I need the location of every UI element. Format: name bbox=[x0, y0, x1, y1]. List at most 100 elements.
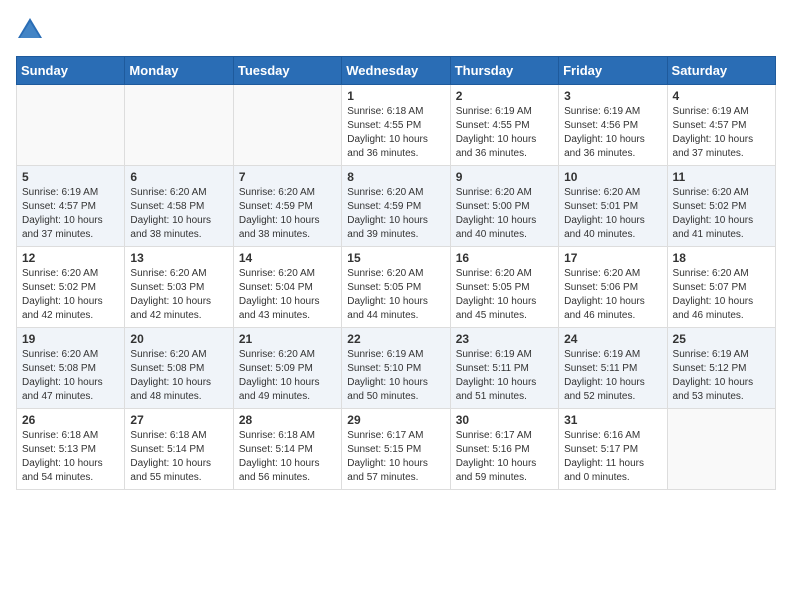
day-number: 14 bbox=[239, 251, 336, 265]
calendar-cell: 20 Sunrise: 6:20 AM Sunset: 5:08 PM Dayli… bbox=[125, 328, 233, 409]
calendar-cell bbox=[233, 85, 341, 166]
day-info: Sunrise: 6:19 AM Sunset: 4:57 PM Dayligh… bbox=[22, 186, 119, 242]
calendar-cell: 21 Sunrise: 6:20 AM Sunset: 5:09 PM Dayli… bbox=[233, 328, 341, 409]
day-info: Sunrise: 6:19 AM Sunset: 5:11 PM Dayligh… bbox=[564, 348, 661, 404]
calendar-cell: 15 Sunrise: 6:20 AM Sunset: 5:05 PM Dayli… bbox=[342, 247, 450, 328]
logo-icon bbox=[16, 16, 44, 44]
day-info: Sunrise: 6:20 AM Sunset: 5:04 PM Dayligh… bbox=[239, 267, 336, 323]
day-info: Sunrise: 6:20 AM Sunset: 4:59 PM Dayligh… bbox=[347, 186, 444, 242]
day-info: Sunrise: 6:20 AM Sunset: 5:08 PM Dayligh… bbox=[22, 348, 119, 404]
calendar-week-1: 1 Sunrise: 6:18 AM Sunset: 4:55 PM Daylig… bbox=[17, 85, 776, 166]
calendar-cell: 18 Sunrise: 6:20 AM Sunset: 5:07 PM Dayli… bbox=[667, 247, 775, 328]
calendar-table: SundayMondayTuesdayWednesdayThursdayFrid… bbox=[16, 56, 776, 490]
day-info: Sunrise: 6:17 AM Sunset: 5:15 PM Dayligh… bbox=[347, 429, 444, 485]
calendar-cell bbox=[17, 85, 125, 166]
day-number: 25 bbox=[673, 332, 770, 346]
calendar-cell: 3 Sunrise: 6:19 AM Sunset: 4:56 PM Daylig… bbox=[559, 85, 667, 166]
day-info: Sunrise: 6:19 AM Sunset: 5:12 PM Dayligh… bbox=[673, 348, 770, 404]
day-number: 7 bbox=[239, 170, 336, 184]
day-number: 27 bbox=[130, 413, 227, 427]
day-number: 15 bbox=[347, 251, 444, 265]
day-header-friday: Friday bbox=[559, 57, 667, 85]
day-number: 8 bbox=[347, 170, 444, 184]
calendar-cell: 10 Sunrise: 6:20 AM Sunset: 5:01 PM Dayli… bbox=[559, 166, 667, 247]
day-info: Sunrise: 6:20 AM Sunset: 5:08 PM Dayligh… bbox=[130, 348, 227, 404]
calendar-header-row: SundayMondayTuesdayWednesdayThursdayFrid… bbox=[17, 57, 776, 85]
calendar-cell: 8 Sunrise: 6:20 AM Sunset: 4:59 PM Daylig… bbox=[342, 166, 450, 247]
calendar-cell: 16Sunrise: 6:20 AM Sunset: 5:05 PM Dayli… bbox=[450, 247, 558, 328]
calendar-cell: 7 Sunrise: 6:20 AM Sunset: 4:59 PM Daylig… bbox=[233, 166, 341, 247]
calendar-cell: 26 Sunrise: 6:18 AM Sunset: 5:13 PM Dayli… bbox=[17, 409, 125, 490]
day-number: 21 bbox=[239, 332, 336, 346]
calendar-cell: 19 Sunrise: 6:20 AM Sunset: 5:08 PM Dayli… bbox=[17, 328, 125, 409]
day-number: 19 bbox=[22, 332, 119, 346]
day-number: 24 bbox=[564, 332, 661, 346]
calendar-cell: 1 Sunrise: 6:18 AM Sunset: 4:55 PM Daylig… bbox=[342, 85, 450, 166]
day-info: Sunrise: 6:18 AM Sunset: 4:55 PM Dayligh… bbox=[347, 105, 444, 161]
day-info: Sunrise: 6:20 AM Sunset: 5:09 PM Dayligh… bbox=[239, 348, 336, 404]
calendar-cell: 12Sunrise: 6:20 AM Sunset: 5:02 PM Dayli… bbox=[17, 247, 125, 328]
day-number: 22 bbox=[347, 332, 444, 346]
day-number: 13 bbox=[130, 251, 227, 265]
day-number: 10 bbox=[564, 170, 661, 184]
day-number: 23 bbox=[456, 332, 553, 346]
calendar-cell: 24 Sunrise: 6:19 AM Sunset: 5:11 PM Dayli… bbox=[559, 328, 667, 409]
day-number: 17 bbox=[564, 251, 661, 265]
day-number: 28 bbox=[239, 413, 336, 427]
calendar-cell: 4 Sunrise: 6:19 AM Sunset: 4:57 PM Daylig… bbox=[667, 85, 775, 166]
day-info: Sunrise: 6:20 AM Sunset: 5:03 PM Dayligh… bbox=[130, 267, 227, 323]
calendar-cell: 22Sunrise: 6:19 AM Sunset: 5:10 PM Dayli… bbox=[342, 328, 450, 409]
day-number: 31 bbox=[564, 413, 661, 427]
day-info: Sunrise: 6:20 AM Sunset: 5:06 PM Dayligh… bbox=[564, 267, 661, 323]
calendar-cell: 2 Sunrise: 6:19 AM Sunset: 4:55 PM Daylig… bbox=[450, 85, 558, 166]
day-info: Sunrise: 6:19 AM Sunset: 5:11 PM Dayligh… bbox=[456, 348, 553, 404]
day-header-saturday: Saturday bbox=[667, 57, 775, 85]
calendar-cell: 27Sunrise: 6:18 AM Sunset: 5:14 PM Dayli… bbox=[125, 409, 233, 490]
day-info: Sunrise: 6:20 AM Sunset: 4:59 PM Dayligh… bbox=[239, 186, 336, 242]
logo bbox=[16, 16, 48, 44]
day-info: Sunrise: 6:18 AM Sunset: 5:14 PM Dayligh… bbox=[239, 429, 336, 485]
day-number: 11 bbox=[673, 170, 770, 184]
calendar-cell: 30 Sunrise: 6:17 AM Sunset: 5:16 PM Dayli… bbox=[450, 409, 558, 490]
calendar-cell: 31 Sunrise: 6:16 AM Sunset: 5:17 PM Dayli… bbox=[559, 409, 667, 490]
day-info: Sunrise: 6:20 AM Sunset: 5:02 PM Dayligh… bbox=[673, 186, 770, 242]
calendar-cell: 25 Sunrise: 6:19 AM Sunset: 5:12 PM Dayli… bbox=[667, 328, 775, 409]
day-number: 4 bbox=[673, 89, 770, 103]
day-number: 1 bbox=[347, 89, 444, 103]
calendar-cell: 17 Sunrise: 6:20 AM Sunset: 5:06 PM Dayli… bbox=[559, 247, 667, 328]
day-number: 30 bbox=[456, 413, 553, 427]
calendar-cell: 13 Sunrise: 6:20 AM Sunset: 5:03 PM Dayli… bbox=[125, 247, 233, 328]
page-header bbox=[16, 16, 776, 44]
day-info: Sunrise: 6:19 AM Sunset: 4:55 PM Dayligh… bbox=[456, 105, 553, 161]
day-info: Sunrise: 6:17 AM Sunset: 5:16 PM Dayligh… bbox=[456, 429, 553, 485]
day-header-wednesday: Wednesday bbox=[342, 57, 450, 85]
calendar-week-3: 12Sunrise: 6:20 AM Sunset: 5:02 PM Dayli… bbox=[17, 247, 776, 328]
day-number: 9 bbox=[456, 170, 553, 184]
day-info: Sunrise: 6:18 AM Sunset: 5:13 PM Dayligh… bbox=[22, 429, 119, 485]
calendar-week-2: 5 Sunrise: 6:19 AM Sunset: 4:57 PM Daylig… bbox=[17, 166, 776, 247]
day-info: Sunrise: 6:20 AM Sunset: 4:58 PM Dayligh… bbox=[130, 186, 227, 242]
calendar-week-5: 26 Sunrise: 6:18 AM Sunset: 5:13 PM Dayli… bbox=[17, 409, 776, 490]
day-header-tuesday: Tuesday bbox=[233, 57, 341, 85]
day-number: 5 bbox=[22, 170, 119, 184]
day-info: Sunrise: 6:20 AM Sunset: 5:01 PM Dayligh… bbox=[564, 186, 661, 242]
calendar-week-4: 19 Sunrise: 6:20 AM Sunset: 5:08 PM Dayli… bbox=[17, 328, 776, 409]
day-number: 3 bbox=[564, 89, 661, 103]
calendar-cell: 14 Sunrise: 6:20 AM Sunset: 5:04 PM Dayli… bbox=[233, 247, 341, 328]
day-number: 20 bbox=[130, 332, 227, 346]
day-info: Sunrise: 6:19 AM Sunset: 4:56 PM Dayligh… bbox=[564, 105, 661, 161]
day-info: Sunrise: 6:16 AM Sunset: 5:17 PM Dayligh… bbox=[564, 429, 661, 485]
day-number: 26 bbox=[22, 413, 119, 427]
calendar-cell: 29Sunrise: 6:17 AM Sunset: 5:15 PM Dayli… bbox=[342, 409, 450, 490]
day-number: 18 bbox=[673, 251, 770, 265]
day-header-thursday: Thursday bbox=[450, 57, 558, 85]
calendar-cell bbox=[667, 409, 775, 490]
day-number: 2 bbox=[456, 89, 553, 103]
day-header-monday: Monday bbox=[125, 57, 233, 85]
day-info: Sunrise: 6:19 AM Sunset: 4:57 PM Dayligh… bbox=[673, 105, 770, 161]
day-info: Sunrise: 6:20 AM Sunset: 5:00 PM Dayligh… bbox=[456, 186, 553, 242]
day-number: 6 bbox=[130, 170, 227, 184]
day-info: Sunrise: 6:20 AM Sunset: 5:05 PM Dayligh… bbox=[347, 267, 444, 323]
day-info: Sunrise: 6:20 AM Sunset: 5:02 PM Dayligh… bbox=[22, 267, 119, 323]
day-info: Sunrise: 6:20 AM Sunset: 5:07 PM Dayligh… bbox=[673, 267, 770, 323]
